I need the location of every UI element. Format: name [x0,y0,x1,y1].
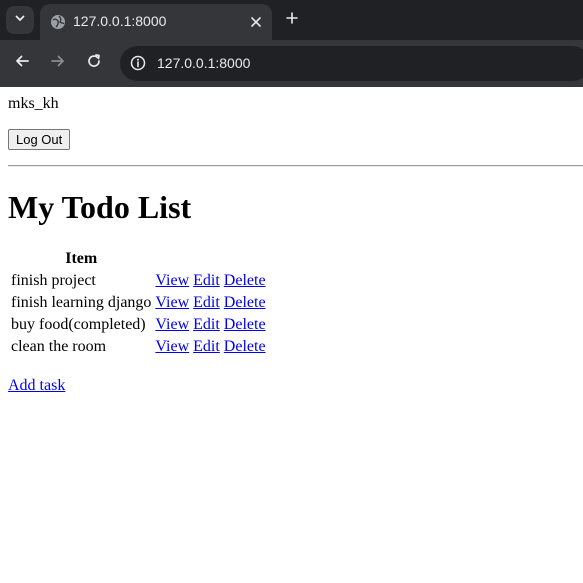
view-link[interactable]: View [155,316,189,333]
logout-button[interactable]: Log Out [8,129,71,150]
tab-strip: 127.0.0.1:8000 [0,0,583,40]
delete-link[interactable]: Delete [224,294,266,311]
table-row: finish learning django View Edit Delete [10,293,267,313]
arrow-right-icon [50,53,66,74]
task-item: finish project [11,272,96,289]
tab-title: 127.0.0.1:8000 [73,13,167,29]
forward-button[interactable] [46,51,70,75]
tab-search-button[interactable] [6,6,34,34]
page-title: My Todo List [8,189,192,225]
edit-link[interactable]: Edit [193,316,220,333]
divider [8,165,583,167]
delete-link[interactable]: Delete [224,338,266,355]
task-item: finish learning django [11,294,152,311]
info-icon[interactable] [126,51,150,75]
globe-icon [50,14,66,30]
view-link[interactable]: View [155,294,189,311]
edit-link[interactable]: Edit [193,338,220,355]
table-row: clean the room View Edit Delete [10,337,267,357]
browser-chrome: 127.0.0.1:8000 127.0.0.1:8000 [0,0,583,87]
delete-link[interactable]: Delete [224,316,266,333]
task-actions: View Edit Delete [154,337,266,357]
table-row: finish project View Edit Delete [10,271,267,291]
tab-active[interactable]: 127.0.0.1:8000 [40,4,272,40]
edit-link[interactable]: Edit [193,272,220,289]
new-tab-button[interactable] [281,9,303,31]
reload-button[interactable] [82,51,106,75]
column-header-item: Item [65,250,98,267]
edit-link[interactable]: Edit [193,294,220,311]
arrow-left-icon [14,53,30,74]
delete-link[interactable]: Delete [224,272,266,289]
task-actions: View Edit Delete [154,315,266,335]
url-text[interactable]: 127.0.0.1:8000 [157,54,250,72]
plus-icon [286,11,298,29]
view-link[interactable]: View [155,338,189,355]
view-link[interactable]: View [155,272,189,289]
table-header-row: Item [10,249,267,269]
todo-table: Item finish project View Edit Delete fin… [8,247,269,359]
page-content: mks_kh Log Out My Todo List Item finish … [0,87,583,583]
username: mks_kh [8,95,59,112]
close-icon[interactable] [246,12,266,32]
task-item: buy food(completed) [11,316,146,333]
back-button[interactable] [10,51,34,75]
task-actions: View Edit Delete [154,271,266,291]
toolbar: 127.0.0.1:8000 [0,40,583,87]
address-bar[interactable]: 127.0.0.1:8000 [120,46,583,81]
task-item: clean the room [11,338,107,355]
add-task-link[interactable]: Add task [8,377,65,395]
table-row: buy food(completed) View Edit Delete [10,315,267,335]
task-actions: View Edit Delete [154,293,266,313]
chevron-down-icon [14,11,26,29]
reload-icon [86,53,102,74]
